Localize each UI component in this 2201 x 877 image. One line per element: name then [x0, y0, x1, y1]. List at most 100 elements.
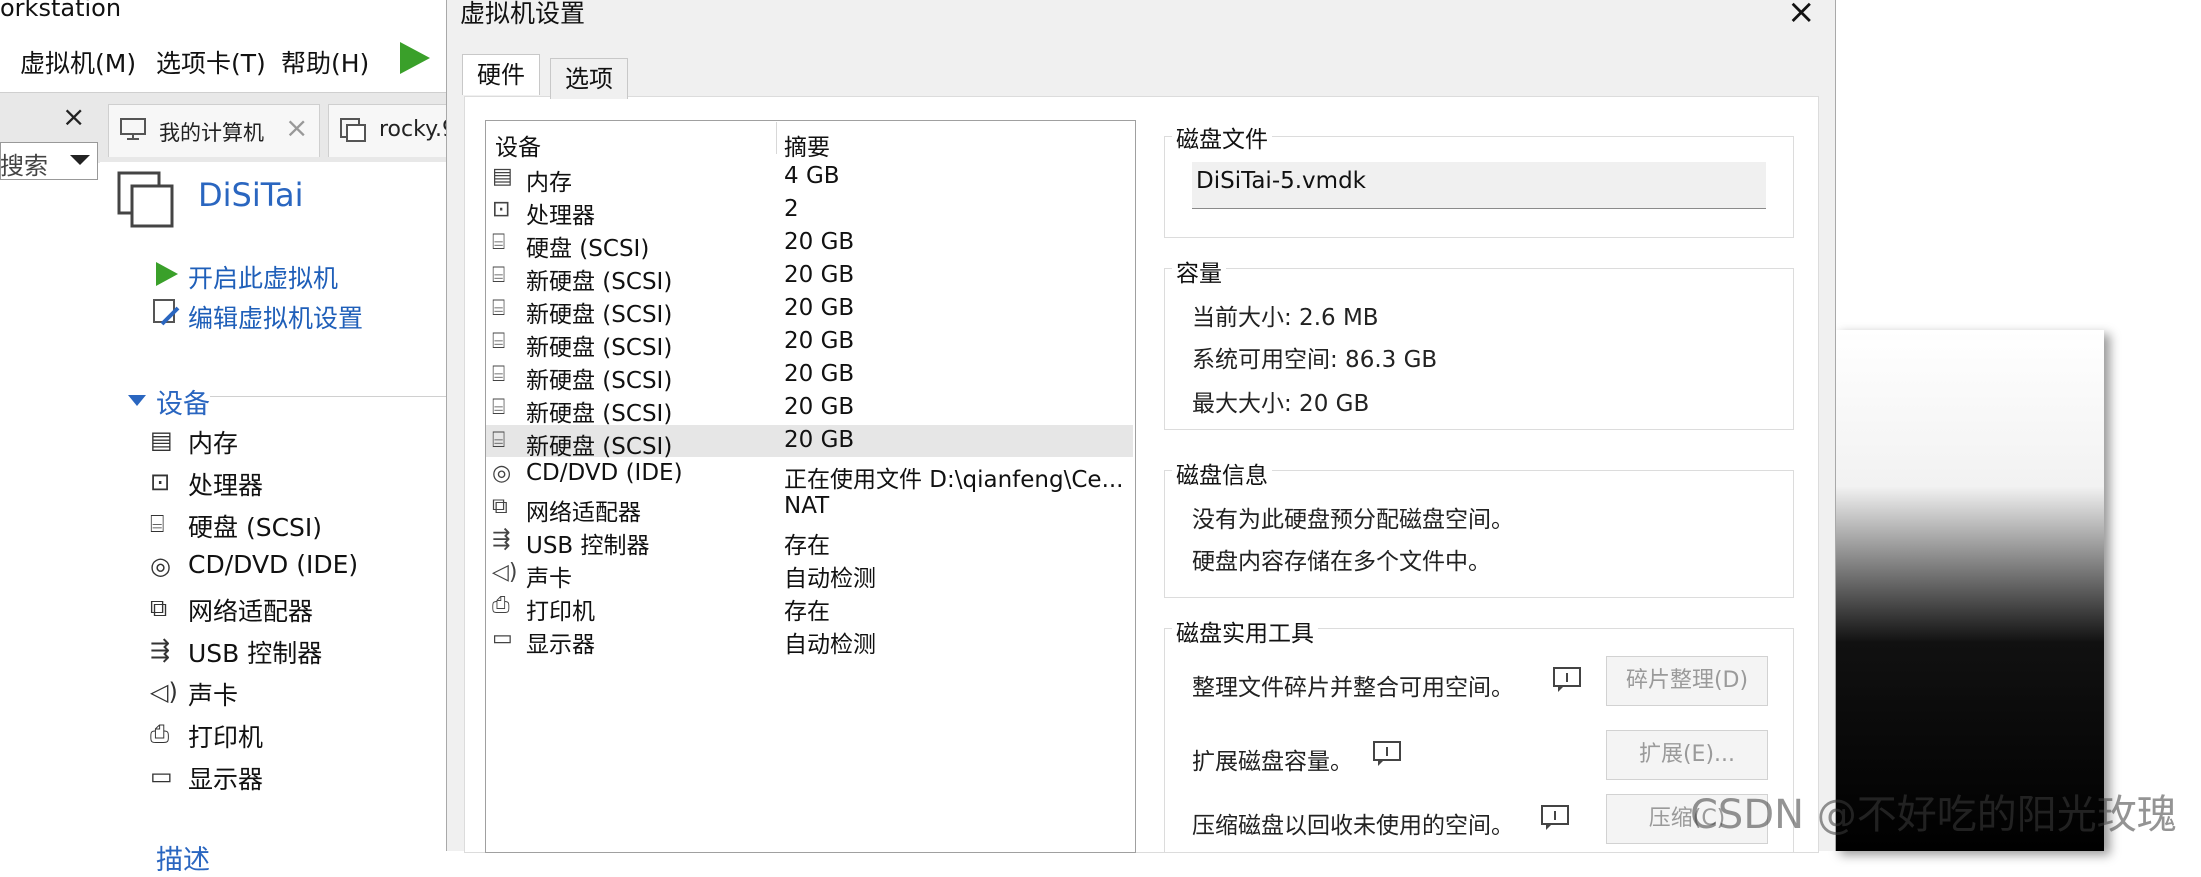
compact-text: 压缩磁盘以回收未使用的空间。	[1192, 813, 1514, 839]
device-usb[interactable]: USB 控制器	[188, 634, 322, 670]
defrag-text: 整理文件碎片并整合可用空间。	[1192, 675, 1514, 701]
collapse-triangle-icon[interactable]	[128, 392, 146, 411]
edit-settings-link[interactable]: 编辑虚拟机设置	[188, 299, 363, 335]
printer-icon: ⎙	[150, 720, 170, 748]
row-summary: 自动检测	[784, 632, 876, 658]
row-device-name: CD/DVD (IDE)	[526, 460, 683, 486]
row-summary: 20 GB	[784, 328, 855, 354]
tab-options[interactable]: 选项	[550, 58, 628, 99]
row-device-name: 处理器	[526, 203, 595, 229]
cpu-icon: ⊡	[492, 197, 511, 222]
row-summary: 20 GB	[784, 361, 855, 387]
row-summary: 2	[784, 196, 799, 222]
row-summary: 自动检测	[784, 566, 876, 592]
row-device-name: 网络适配器	[526, 500, 641, 526]
device-cpu[interactable]: 处理器	[188, 466, 263, 502]
row-summary: 存在	[784, 599, 830, 625]
info-tip-icon[interactable]	[1540, 804, 1570, 838]
devices-header[interactable]: 设备	[156, 382, 210, 421]
library-close-icon[interactable]: ×	[62, 100, 85, 133]
info-tip-icon[interactable]	[1552, 666, 1582, 700]
row-device-name: USB 控制器	[526, 533, 650, 559]
row-device-name: 新硬盘 (SCSI)	[526, 434, 673, 460]
memory-icon: ▤	[492, 164, 513, 189]
disk-icon: ⌸	[492, 263, 506, 288]
tab-rocky-label: rocky.9	[379, 117, 456, 142]
row-device-name: 新硬盘 (SCSI)	[526, 302, 673, 328]
vm-large-icon	[116, 170, 176, 236]
max-size: 最大大小: 20 GB	[1192, 391, 1370, 417]
row-device-name: 硬盘 (SCSI)	[526, 236, 650, 262]
library-sidebar	[0, 180, 102, 851]
row-device-name: 新硬盘 (SCSI)	[526, 335, 673, 361]
disk-info-line2: 硬盘内容存储在多个文件中。	[1192, 549, 1491, 575]
disk-icon: ⌸	[492, 395, 506, 420]
disk-icon: ⌸	[492, 296, 506, 321]
power-on-link[interactable]: 开启此虚拟机	[188, 259, 338, 295]
row-summary: 20 GB	[784, 427, 855, 453]
usb-icon: ⇶	[492, 527, 511, 552]
expand-button[interactable]: 扩展(E)...	[1606, 730, 1768, 780]
row-summary: 20 GB	[784, 262, 855, 288]
row-summary: 20 GB	[784, 295, 855, 321]
dialog-title: 虚拟机设置	[460, 0, 586, 28]
available-space: 系统可用空间: 86.3 GB	[1192, 347, 1438, 373]
device-memory[interactable]: 内存	[188, 424, 238, 460]
display-icon: ▭	[150, 762, 173, 790]
search-placeholder: 搜索	[0, 152, 48, 180]
edit-settings-icon	[152, 298, 182, 332]
row-summary: 4 GB	[784, 163, 840, 189]
display-icon: ▭	[492, 626, 513, 651]
device-display[interactable]: 显示器	[188, 760, 263, 796]
play-icon[interactable]	[398, 40, 432, 80]
row-summary: NAT	[784, 493, 830, 519]
row-summary: 存在	[784, 533, 830, 559]
defrag-button[interactable]: 碎片整理(D)	[1606, 656, 1768, 706]
tab-close-icon[interactable]: ×	[285, 111, 308, 144]
chevron-down-icon[interactable]	[70, 152, 90, 171]
printer-icon: ⎙	[492, 593, 510, 618]
column-summary[interactable]: 摘要	[784, 128, 830, 162]
devices-divider	[210, 396, 446, 397]
row-device-name: 声卡	[526, 566, 572, 592]
close-icon[interactable]: ×	[1787, 0, 1816, 32]
device-network[interactable]: 网络适配器	[188, 592, 313, 628]
memory-icon: ▤	[150, 426, 173, 454]
usb-icon: ⇶	[150, 636, 171, 664]
device-printer[interactable]: 打印机	[188, 718, 263, 754]
column-device[interactable]: 设备	[495, 128, 541, 162]
app-title: orkstation	[0, 0, 122, 22]
vm-name: DiSiTai	[198, 176, 304, 214]
menu-tabs[interactable]: 选项卡(T)	[156, 44, 266, 80]
speaker-icon: ◁)	[492, 560, 518, 585]
device-sound[interactable]: 声卡	[188, 676, 238, 712]
column-separator	[776, 122, 777, 154]
row-summary: 20 GB	[784, 229, 855, 255]
disk-info-title: 磁盘信息	[1172, 456, 1272, 490]
row-device-name: 新硬盘 (SCSI)	[526, 401, 673, 427]
menu-vm[interactable]: 虚拟机(M)	[20, 44, 136, 80]
description-header[interactable]: 描述	[156, 838, 210, 877]
tab-my-computer-label: 我的计算机	[159, 121, 264, 145]
vm-preview-thumbnail[interactable]	[1834, 330, 2104, 851]
disk-info-line1: 没有为此硬盘预分配磁盘空间。	[1192, 507, 1514, 533]
cd-icon: ◎	[492, 461, 512, 486]
tab-my-computer[interactable]: 我的计算机 ×	[108, 104, 320, 157]
power-on-icon	[154, 260, 180, 292]
menu-help[interactable]: 帮助(H)	[281, 44, 369, 80]
watermark: CSDN @不好吃的阳光玫瑰	[1690, 792, 2177, 838]
current-size: 当前大小: 2.6 MB	[1192, 305, 1379, 331]
tab-rocky[interactable]: rocky.9	[328, 104, 456, 157]
expand-text: 扩展磁盘容量。	[1192, 749, 1353, 775]
device-disk[interactable]: 硬盘 (SCSI)	[188, 508, 322, 544]
row-device-name: 新硬盘 (SCSI)	[526, 269, 673, 295]
disk-file-value: DiSiTai-5.vmdk	[1196, 168, 1366, 194]
device-cd[interactable]: CD/DVD (IDE)	[188, 550, 358, 579]
capacity-title: 容量	[1172, 254, 1226, 288]
vm-icon	[339, 117, 367, 147]
info-tip-icon[interactable]	[1372, 740, 1402, 774]
row-summary: 正在使用文件 D:\qianfeng\Ce...	[784, 467, 1124, 493]
disk-icon: ⌸	[492, 230, 506, 255]
tab-hardware[interactable]: 硬件	[462, 54, 540, 95]
cpu-icon: ⊡	[150, 468, 171, 496]
